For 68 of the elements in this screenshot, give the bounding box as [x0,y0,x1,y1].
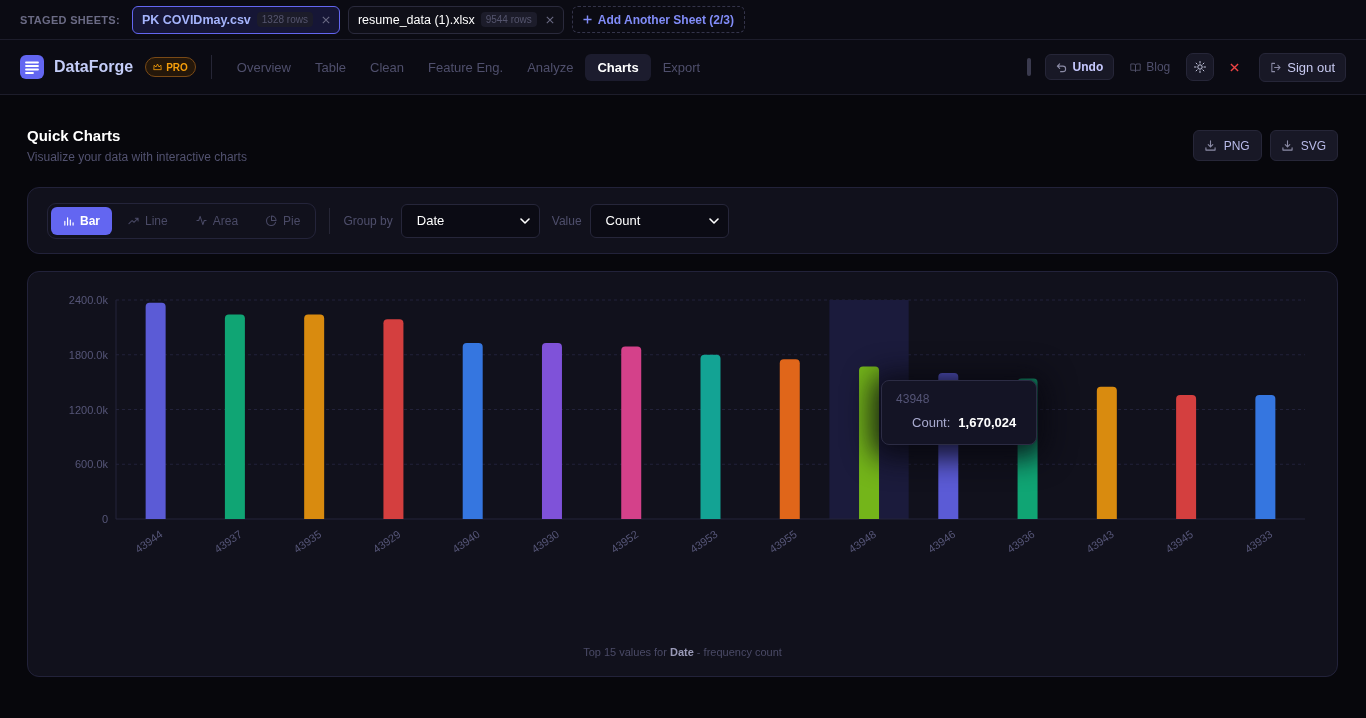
row-count: 9544 rows [480,12,537,27]
sheet-name: PK COVIDmay.csv [141,12,251,27]
staged-sheets-label: STAGED SHEETS: [20,13,120,26]
page-title: Quick Charts [27,127,122,145]
trending-up-icon [128,215,139,226]
y-axis-label: 1200.0k [68,403,108,416]
bar[interactable] [1096,386,1117,519]
bar[interactable] [304,314,325,519]
page-subtitle: Visualize your data with interactive charts [27,150,247,164]
nav-tab[interactable]: Clean [358,53,417,81]
dropdown-value: Date [416,213,445,228]
y-axis-label: 600.0k [74,458,108,471]
nav-tab[interactable]: Feature Eng. [416,53,516,81]
sheet-name: resume_data (1).xlsx [357,12,475,27]
bar[interactable] [779,359,800,519]
nav-tab[interactable]: Table [303,53,359,81]
pie-chart-icon [266,215,278,226]
book-icon [1130,61,1142,73]
close-icon[interactable] [545,15,554,24]
pro-label: PRO [166,61,188,73]
undo-icon [1055,61,1067,73]
add-sheet-button[interactable]: Add Another Sheet (2/3) [571,6,746,33]
theme-toggle-button[interactable] [1186,53,1215,81]
blog-link[interactable]: Blog [1130,60,1171,74]
group-by-label: Group by [343,213,393,228]
dropdown-value: Count [605,213,641,228]
nav-tab[interactable]: Charts [585,53,651,81]
nav-tab[interactable]: Export [650,53,713,81]
y-axis-label: 1800.0k [68,348,108,361]
bar[interactable] [224,314,245,519]
brand-name: DataForge [54,58,134,76]
bar[interactable] [462,342,483,519]
sun-icon [1194,61,1207,73]
value-label: Value [551,213,582,228]
chart-type-tab[interactable]: Bar [51,206,112,235]
sign-out-icon [1270,61,1282,73]
nav-tab[interactable]: Analyze [515,53,586,81]
bar[interactable] [1176,394,1197,519]
nav-tab[interactable]: Overview [224,53,303,81]
group-by-dropdown[interactable]: Date [400,203,540,238]
export-button[interactable]: PNG [1192,130,1262,161]
y-axis-label: 2400.0k [68,294,108,306]
sheet-tab[interactable]: resume_data (1).xlsx 9544 rows [347,5,564,34]
chevron-down-icon [708,217,719,224]
close-icon[interactable] [1230,62,1240,72]
sheet-tab[interactable]: PK COVIDmay.csv 1328 rows [131,5,340,34]
close-icon[interactable] [321,15,330,24]
download-icon [1204,140,1216,151]
tooltip-value: 1,670,024 [958,414,1017,430]
y-axis-label: 0 [101,513,108,525]
sign-out-button[interactable]: Sign out [1259,52,1346,82]
bar[interactable] [859,366,880,519]
export-button[interactable]: SVG [1269,130,1338,161]
bar[interactable] [541,342,562,519]
undo-button[interactable]: Undo [1044,54,1115,80]
bar-chart-icon [63,215,74,226]
row-count: 1328 rows [256,12,313,27]
bar[interactable] [621,346,642,519]
plus-icon [582,15,592,24]
tooltip-label: Count: [912,414,951,430]
logo-icon [20,55,44,79]
crown-icon [153,63,163,71]
download-icon [1281,140,1293,151]
value-dropdown[interactable]: Count [589,203,729,238]
tooltip-title: 43948 [896,391,931,406]
chevron-down-icon [519,217,530,224]
pulse-icon [195,215,207,226]
chart-caption: Top 15 values for Date - frequency count [582,645,783,659]
